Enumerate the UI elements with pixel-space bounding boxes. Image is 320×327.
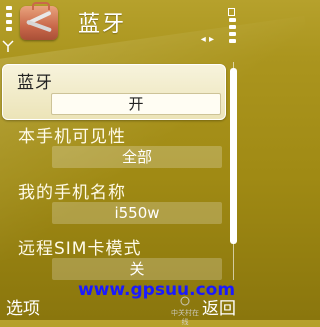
toolbox-icon (20, 2, 58, 40)
page-title: 蓝牙 (78, 12, 127, 37)
setting-label: 本手机可见性 (18, 127, 126, 147)
setting-remote-sim[interactable]: 远程SIM卡模式 关 (0, 230, 240, 286)
tab-navigation-icon: ◂ ▸ (200, 34, 214, 45)
softkey-bar: 选项 返回 (0, 292, 240, 320)
setting-label: 我的手机名称 (18, 183, 126, 203)
scrollbar-thumb[interactable] (230, 68, 237, 244)
setting-label: 蓝牙 (17, 73, 53, 93)
title-bar: 蓝牙 ◂ ▸ (0, 0, 240, 60)
antenna-icon (2, 40, 14, 52)
setting-value[interactable]: 开 (51, 93, 221, 115)
options-softkey[interactable]: 选项 (6, 294, 40, 319)
setting-value[interactable]: 关 (52, 258, 222, 280)
setting-visibility[interactable]: 本手机可见性 全部 (0, 118, 240, 174)
setting-phone-name[interactable]: 我的手机名称 i550w (0, 174, 240, 230)
setting-bluetooth[interactable]: 蓝牙 开 (2, 64, 226, 120)
back-softkey[interactable]: 返回 (202, 294, 236, 319)
setting-value[interactable]: 全部 (52, 146, 222, 168)
setting-value[interactable]: i550w (52, 202, 222, 224)
setting-label: 远程SIM卡模式 (18, 239, 142, 259)
battery-icon (224, 6, 236, 56)
settings-list: 蓝牙 开 本手机可见性 全部 我的手机名称 i550w 远程SIM卡模式 关 (0, 62, 240, 286)
scrollbar[interactable] (230, 62, 237, 280)
